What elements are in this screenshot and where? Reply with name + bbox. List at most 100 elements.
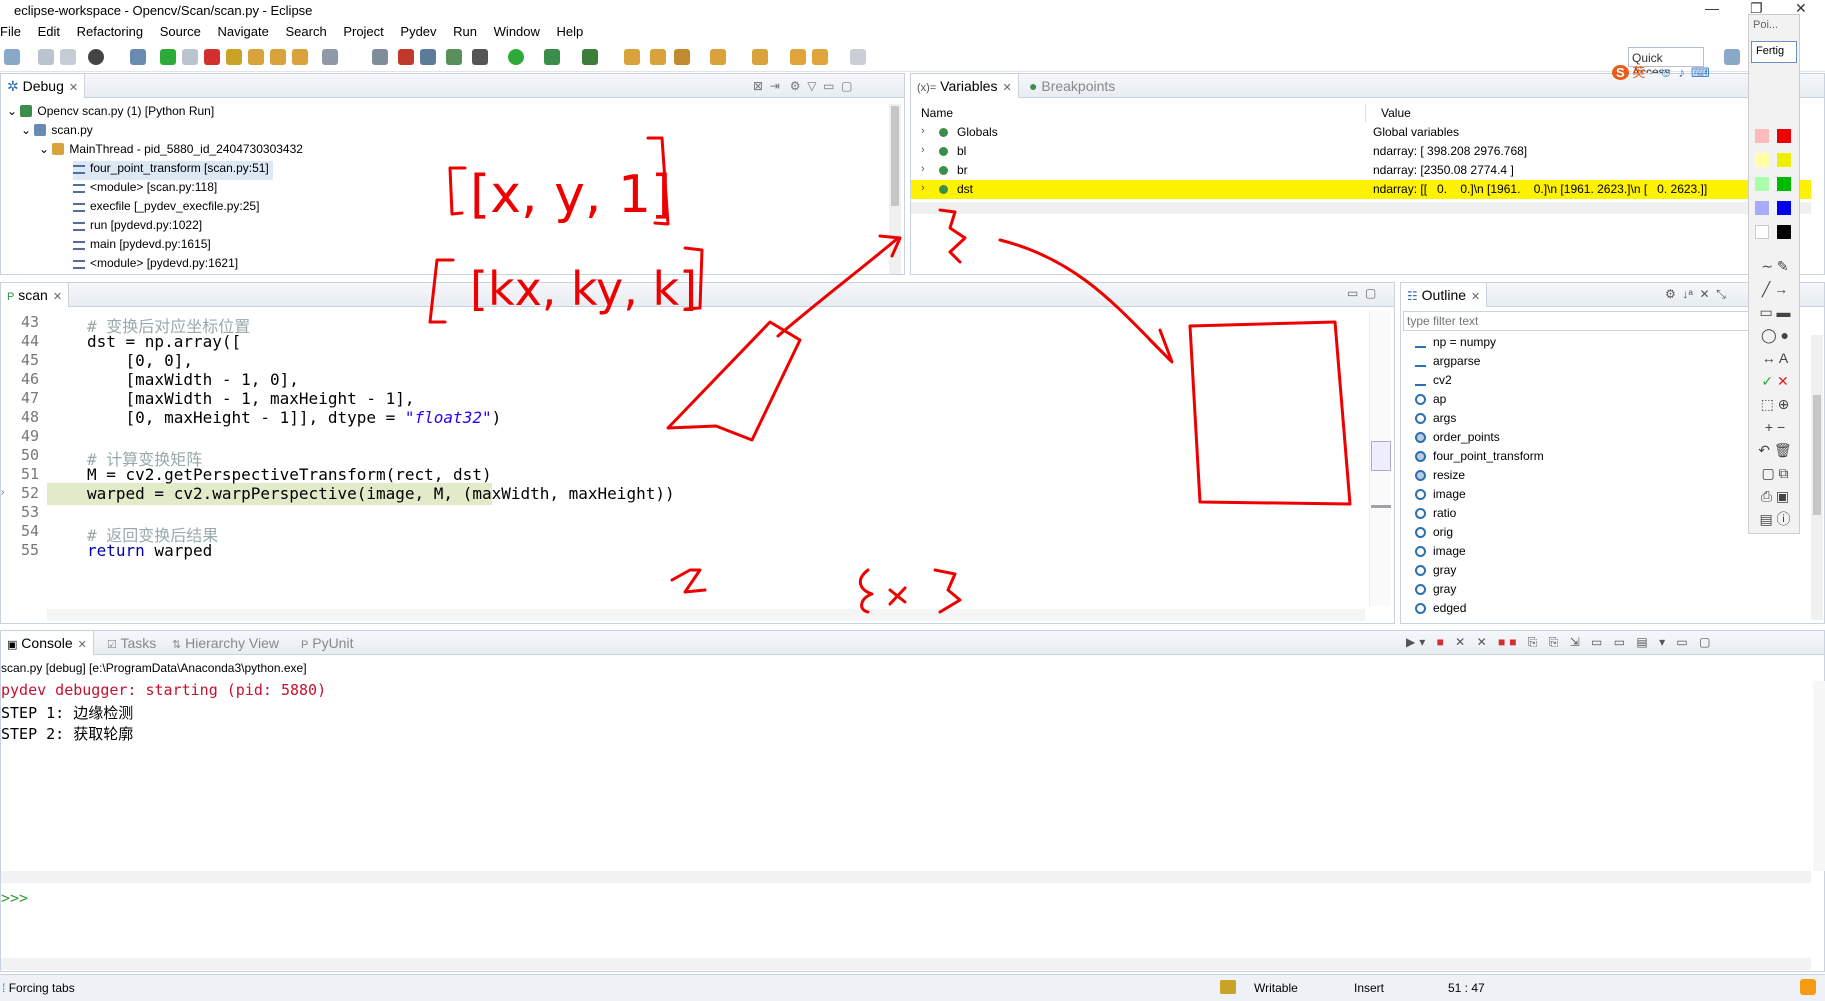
ime-tools-icon[interactable]: ·☺♪⌨ [1649, 65, 1716, 80]
outline-item[interactable]: order_points [1415, 430, 1500, 448]
minimize-icon[interactable]: — [1705, 0, 1719, 16]
color-light-blue[interactable] [1755, 201, 1769, 215]
rss-icon[interactable] [1800, 979, 1816, 995]
new-icon[interactable] [4, 49, 20, 65]
palette-tools[interactable]: ∼ ✎ ╱ → ▭ ▬ ◯ ● ↔ A ✓ ✕ ⬚ ⊕ + − ↶ 🗑 ▢ ⧉ ⎙ ▣ ▤ ⓘ [1755, 255, 1795, 531]
outline-item[interactable]: ap [1415, 392, 1446, 410]
step-into-icon[interactable] [248, 49, 264, 65]
tab-console[interactable]: ▣ Console ✕ [1, 631, 94, 655]
color-white[interactable] [1755, 225, 1769, 239]
menu-file[interactable]: File [0, 22, 28, 39]
debug-config-icon[interactable] [88, 49, 104, 65]
outline-item[interactable]: resize [1415, 468, 1465, 486]
step-over-icon[interactable] [270, 49, 286, 65]
open-folder-icon[interactable] [624, 49, 640, 65]
code-area[interactable]: 43 # 变换后对应坐标位置 44 dst = np.array([45 [0, 0]… [1, 311, 1361, 611]
console-hscrollbar[interactable] [1, 958, 1811, 970]
overview-thumb[interactable] [1371, 441, 1391, 471]
close-icon[interactable]: ✕ [53, 291, 62, 303]
console-output[interactable]: pydev debugger: starting (pid: 5880) STEP… [1, 681, 1801, 821]
suspend-icon[interactable] [182, 49, 198, 65]
editor-hscrollbar[interactable] [47, 609, 1365, 621]
variables-hscrollbar[interactable] [911, 202, 1811, 214]
code-line[interactable]: [0, 0], [87, 351, 193, 370]
chevron-right-icon[interactable]: › [921, 163, 925, 175]
col-header-name[interactable]: Name [911, 104, 1366, 122]
outline-toolbar[interactable]: ⚙ ↓ᵃ ✕ ⤡ [1665, 287, 1726, 302]
outline-item[interactable]: edged [1415, 601, 1466, 619]
close-icon[interactable]: ✕ [1471, 291, 1480, 303]
code-line[interactable]: M = cv2.getPerspectiveTransform(rect, ds… [87, 465, 492, 484]
color-light-yellow[interactable] [1755, 153, 1769, 167]
close-icon[interactable]: ✕ [78, 639, 87, 651]
tab-hierarchy[interactable]: ⇅ Hierarchy View [166, 631, 285, 655]
prev-annotation-icon[interactable] [752, 49, 768, 65]
tab-variables[interactable]: (x)= Variables ✕ [911, 74, 1019, 98]
menu-pydev[interactable]: Pydev [394, 22, 443, 39]
tree-row-frame[interactable]: run [pydevd.py:1022] [73, 218, 202, 237]
color-red[interactable] [1777, 129, 1791, 143]
tree-row-frame[interactable]: <module> [scan.py:118] [73, 180, 217, 199]
console-vscrollbar[interactable] [1813, 681, 1825, 871]
outline-item[interactable]: four_point_transform [1415, 449, 1544, 467]
tab-tasks[interactable]: ☑ Tasks [101, 631, 162, 655]
skip-breakpoints-icon[interactable] [130, 49, 146, 65]
color-light-green[interactable] [1755, 177, 1769, 191]
menu-navigate[interactable]: Navigate [212, 22, 276, 39]
menu-run[interactable]: Run [447, 22, 484, 39]
tree-row-frame[interactable]: execfile [_pydev_execfile.py:25] [73, 199, 259, 218]
tree-row-frame[interactable]: main [pydevd.py:1615] [73, 237, 211, 256]
forward-icon[interactable] [850, 49, 866, 65]
outline-item[interactable]: np = numpy [1415, 335, 1496, 353]
menu-source[interactable]: Source [154, 22, 208, 39]
run-icon[interactable] [508, 49, 524, 65]
code-line[interactable]: [maxWidth - 1, 0], [87, 370, 299, 389]
next-annotation-icon[interactable] [710, 49, 726, 65]
close-icon[interactable]: ✕ [1002, 82, 1011, 94]
outline-item[interactable]: ratio [1415, 506, 1456, 524]
tab-outline[interactable]: ☷ Outline ✕ [1401, 283, 1488, 307]
code-line[interactable]: return warped [87, 541, 212, 560]
color-green[interactable] [1777, 177, 1791, 191]
menu-refactoring[interactable]: Refactoring [71, 22, 150, 39]
breakpoint-icon[interactable] [398, 49, 414, 65]
outline-item[interactable]: argparse [1415, 354, 1480, 372]
console-toolbar[interactable]: ▶▾ ■ ✕ ✕ ■■ ⎘ ⎘ ⇲ ▭ ▭ ▤ ▾ ▭ ▢ [1406, 635, 1714, 650]
tree-row-process[interactable]: ⌄ scan.py [21, 123, 93, 142]
chevron-right-icon[interactable]: › [921, 125, 925, 137]
close-icon[interactable]: ✕ [69, 82, 78, 94]
outline-item[interactable]: cv2 [1415, 373, 1452, 391]
step-return-icon[interactable] [292, 49, 308, 65]
outline-item[interactable]: image [1415, 544, 1466, 562]
menu-window[interactable]: Window [488, 22, 547, 39]
tree-row-launch[interactable]: ⌄ Opencv scan.py (1) [Python Run] [7, 104, 214, 123]
menu-project[interactable]: Project [337, 22, 390, 39]
outline-scrollbar[interactable] [1811, 335, 1823, 620]
coverage-icon[interactable] [446, 49, 462, 65]
variable-row[interactable]: › Globals Global variables [911, 123, 1811, 142]
color-yellow[interactable] [1777, 153, 1791, 167]
color-light-red[interactable] [1755, 129, 1769, 143]
save-icon[interactable] [38, 49, 54, 65]
palette-done-button[interactable]: Fertig [1751, 41, 1797, 63]
tree-row-thread[interactable]: ⌄ MainThread - pid_5880_id_2404730303432 [39, 142, 303, 161]
tree-row-frame-selected[interactable]: four_point_transform [scan.py:51] [73, 161, 273, 180]
code-line[interactable]: warped = cv2.warpPerspective(image, M, (… [87, 484, 675, 503]
code-line[interactable]: dst = np.array([ [87, 332, 241, 351]
drop-frame-icon[interactable] [322, 49, 338, 65]
outline-item[interactable]: args [1415, 411, 1456, 429]
menu-edit[interactable]: Edit [32, 22, 67, 39]
open-type-icon[interactable] [650, 49, 666, 65]
variable-row[interactable]: › bl ndarray: [ 398.208 2976.768] [911, 142, 1811, 161]
ime-mode[interactable]: 英 [1632, 65, 1645, 80]
debug-scrollbar[interactable] [889, 104, 901, 274]
resume-icon[interactable] [160, 49, 176, 65]
tab-debug[interactable]: ✲ Debug ✕ [1, 74, 86, 98]
pydev-icon[interactable] [372, 49, 388, 65]
terminate-icon[interactable] [204, 49, 220, 65]
disconnect-icon[interactable] [226, 49, 242, 65]
variable-row[interactable]: › br ndarray: [2350.08 2774.4 ] [911, 161, 1811, 180]
debug-view-toolbar[interactable]: ⊠ ⇥ ⚙ ▽ ▭ ▢ [753, 79, 852, 93]
menu-search[interactable]: Search [279, 22, 333, 39]
search-tool-icon[interactable] [674, 49, 690, 65]
